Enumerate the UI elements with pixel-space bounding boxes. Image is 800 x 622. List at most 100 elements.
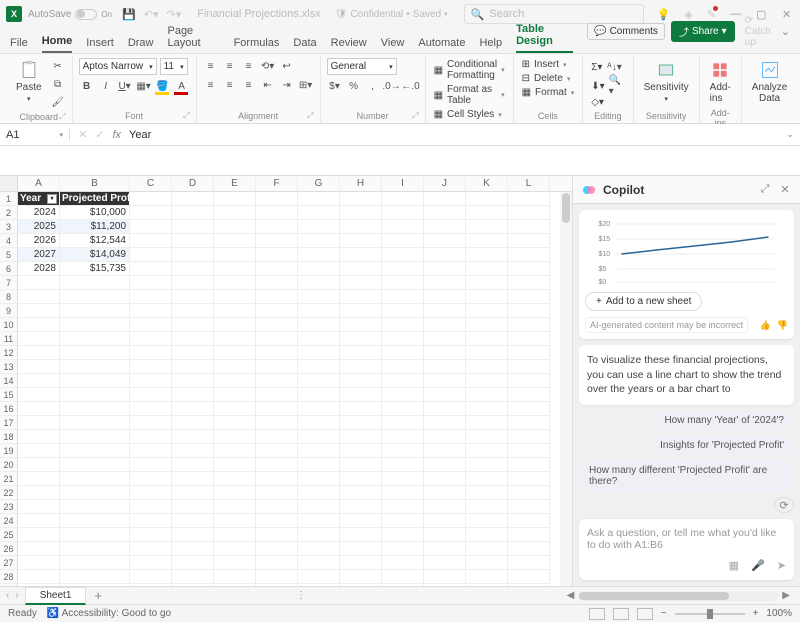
cell-K17[interactable] bbox=[466, 416, 508, 430]
cell-F21[interactable] bbox=[256, 472, 298, 486]
row-header[interactable]: 2 bbox=[0, 206, 18, 220]
font-name-dropdown[interactable]: Aptos Narrow▾ bbox=[79, 58, 157, 75]
comments-button[interactable]: 💬 Comments bbox=[587, 23, 665, 40]
format-painter-icon[interactable]: 🖌 bbox=[50, 94, 66, 110]
collapse-ribbon-icon[interactable]: ⌄ bbox=[781, 25, 790, 38]
copilot-grid-icon[interactable]: ▦ bbox=[729, 559, 739, 572]
accessibility-status[interactable]: ♿ Accessibility: Good to go bbox=[47, 608, 171, 619]
cell-K11[interactable] bbox=[466, 332, 508, 346]
cell-F3[interactable] bbox=[256, 220, 298, 234]
cell-K1[interactable] bbox=[466, 192, 508, 206]
cell-B19[interactable] bbox=[60, 444, 130, 458]
cell-H8[interactable] bbox=[340, 290, 382, 304]
cell-G18[interactable] bbox=[298, 430, 340, 444]
select-all-corner[interactable] bbox=[0, 176, 18, 191]
cell-K7[interactable] bbox=[466, 276, 508, 290]
cell-I26[interactable] bbox=[382, 542, 424, 556]
cell-I9[interactable] bbox=[382, 304, 424, 318]
cell-F15[interactable] bbox=[256, 388, 298, 402]
copilot-expand-icon[interactable]: ⤢ bbox=[758, 183, 772, 196]
cell-H14[interactable] bbox=[340, 374, 382, 388]
cell-I6[interactable] bbox=[382, 262, 424, 276]
cell-E7[interactable] bbox=[214, 276, 256, 290]
cell-I27[interactable] bbox=[382, 556, 424, 570]
expand-formula-bar-icon[interactable]: ⌄ bbox=[786, 129, 794, 140]
cell-C10[interactable] bbox=[130, 318, 172, 332]
cell-I20[interactable] bbox=[382, 458, 424, 472]
file-name[interactable]: Financial Projections.xlsx bbox=[197, 8, 321, 20]
cell-D17[interactable] bbox=[172, 416, 214, 430]
cell-A11[interactable] bbox=[18, 332, 60, 346]
cell-E2[interactable] bbox=[214, 206, 256, 220]
fill-color-icon[interactable]: 🪣 bbox=[155, 78, 171, 94]
cell-E25[interactable] bbox=[214, 528, 256, 542]
decrease-decimal-icon[interactable]: ←.0 bbox=[403, 78, 419, 94]
cell-C14[interactable] bbox=[130, 374, 172, 388]
tab-data[interactable]: Data bbox=[293, 33, 316, 53]
cell-F28[interactable] bbox=[256, 570, 298, 584]
cell-B18[interactable] bbox=[60, 430, 130, 444]
cell-L2[interactable] bbox=[508, 206, 550, 220]
cell-L1[interactable] bbox=[508, 192, 550, 206]
format-cells-button[interactable]: ▦Format▾ bbox=[520, 86, 577, 99]
paste-button[interactable]: Paste▾ bbox=[12, 58, 46, 105]
row-header[interactable]: 6 bbox=[0, 262, 18, 276]
sort-icon[interactable]: ᴬ↓▾ bbox=[606, 59, 622, 75]
zoom-slider[interactable] bbox=[675, 613, 745, 615]
cell-E22[interactable] bbox=[214, 486, 256, 500]
catchup-button[interactable]: ⟳ Catch up bbox=[741, 13, 775, 50]
cell-D20[interactable] bbox=[172, 458, 214, 472]
cell-A21[interactable] bbox=[18, 472, 60, 486]
cell-I11[interactable] bbox=[382, 332, 424, 346]
cell-A16[interactable] bbox=[18, 402, 60, 416]
row-header[interactable]: 18 bbox=[0, 430, 18, 444]
cell-D16[interactable] bbox=[172, 402, 214, 416]
cell-B14[interactable] bbox=[60, 374, 130, 388]
cell-K26[interactable] bbox=[466, 542, 508, 556]
indent-left-icon[interactable]: ⇤ bbox=[260, 77, 276, 93]
cell-H4[interactable] bbox=[340, 234, 382, 248]
cell-I5[interactable] bbox=[382, 248, 424, 262]
row-header[interactable]: 4 bbox=[0, 234, 18, 248]
row-header[interactable]: 10 bbox=[0, 318, 18, 332]
cell-E9[interactable] bbox=[214, 304, 256, 318]
cell-L10[interactable] bbox=[508, 318, 550, 332]
cell-H13[interactable] bbox=[340, 360, 382, 374]
fx-icon[interactable]: fx bbox=[112, 129, 121, 141]
row-header[interactable]: 27 bbox=[0, 556, 18, 570]
zoom-level[interactable]: 100% bbox=[766, 608, 792, 619]
cell-K15[interactable] bbox=[466, 388, 508, 402]
zoom-in-button[interactable]: + bbox=[753, 608, 759, 619]
cell-D5[interactable] bbox=[172, 248, 214, 262]
row-header[interactable]: 1 bbox=[0, 192, 18, 206]
cell-J15[interactable] bbox=[424, 388, 466, 402]
delete-cells-button[interactable]: ⊟Delete▾ bbox=[520, 72, 573, 85]
cell-H18[interactable] bbox=[340, 430, 382, 444]
cell-B22[interactable] bbox=[60, 486, 130, 500]
cell-C22[interactable] bbox=[130, 486, 172, 500]
cell-C19[interactable] bbox=[130, 444, 172, 458]
cell-K22[interactable] bbox=[466, 486, 508, 500]
cell-K24[interactable] bbox=[466, 514, 508, 528]
align-left-icon[interactable]: ≡ bbox=[203, 77, 219, 93]
row-header[interactable]: 9 bbox=[0, 304, 18, 318]
cell-I3[interactable] bbox=[382, 220, 424, 234]
cell-A15[interactable] bbox=[18, 388, 60, 402]
cell-K5[interactable] bbox=[466, 248, 508, 262]
cell-C25[interactable] bbox=[130, 528, 172, 542]
cell-G19[interactable] bbox=[298, 444, 340, 458]
cell-L3[interactable] bbox=[508, 220, 550, 234]
notification-icon[interactable]: ✎ bbox=[707, 8, 716, 21]
cell-I17[interactable] bbox=[382, 416, 424, 430]
comma-icon[interactable]: , bbox=[365, 78, 381, 94]
tab-file[interactable]: File bbox=[10, 33, 28, 53]
thumbs-down-icon[interactable]: 👎 bbox=[777, 320, 788, 331]
cell-F2[interactable] bbox=[256, 206, 298, 220]
cell-B1[interactable]: Projected Profit▾ bbox=[60, 192, 130, 206]
cell-F27[interactable] bbox=[256, 556, 298, 570]
cell-E17[interactable] bbox=[214, 416, 256, 430]
cell-D21[interactable] bbox=[172, 472, 214, 486]
cell-K13[interactable] bbox=[466, 360, 508, 374]
cell-A9[interactable] bbox=[18, 304, 60, 318]
tab-page-layout[interactable]: Page Layout bbox=[167, 21, 219, 53]
